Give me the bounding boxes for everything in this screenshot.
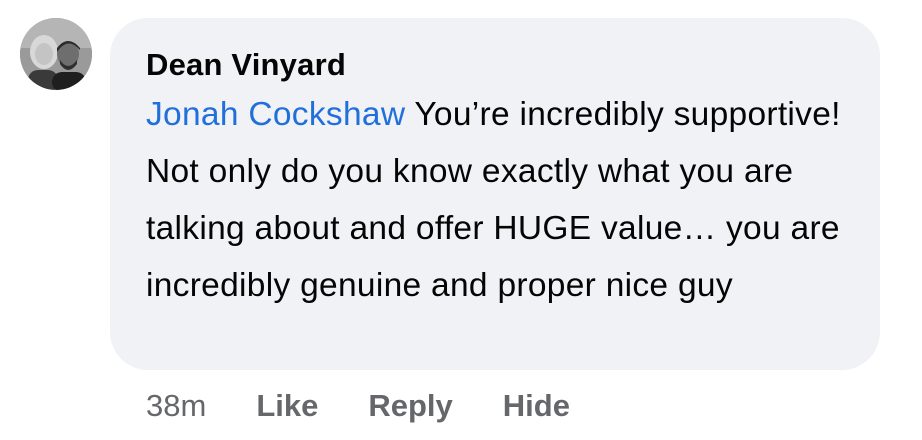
mention-link[interactable]: Jonah Cockshaw [146,96,405,133]
comment-body: Jonah Cockshaw You’re incredibly support… [146,86,866,314]
comment-timestamp[interactable]: 38m [146,388,206,424]
hide-button[interactable]: Hide [503,388,570,424]
comment: Dean Vinyard Jonah Cockshaw You’re incre… [0,0,922,440]
reply-button[interactable]: Reply [368,388,452,424]
avatar[interactable] [20,18,92,90]
avatar-photo [20,18,92,90]
like-button[interactable]: Like [256,388,318,424]
comment-bubble: Dean Vinyard Jonah Cockshaw You’re incre… [110,18,880,370]
comment-author[interactable]: Dean Vinyard [146,46,850,84]
comment-actions: 38m Like Reply Hide [146,388,620,424]
